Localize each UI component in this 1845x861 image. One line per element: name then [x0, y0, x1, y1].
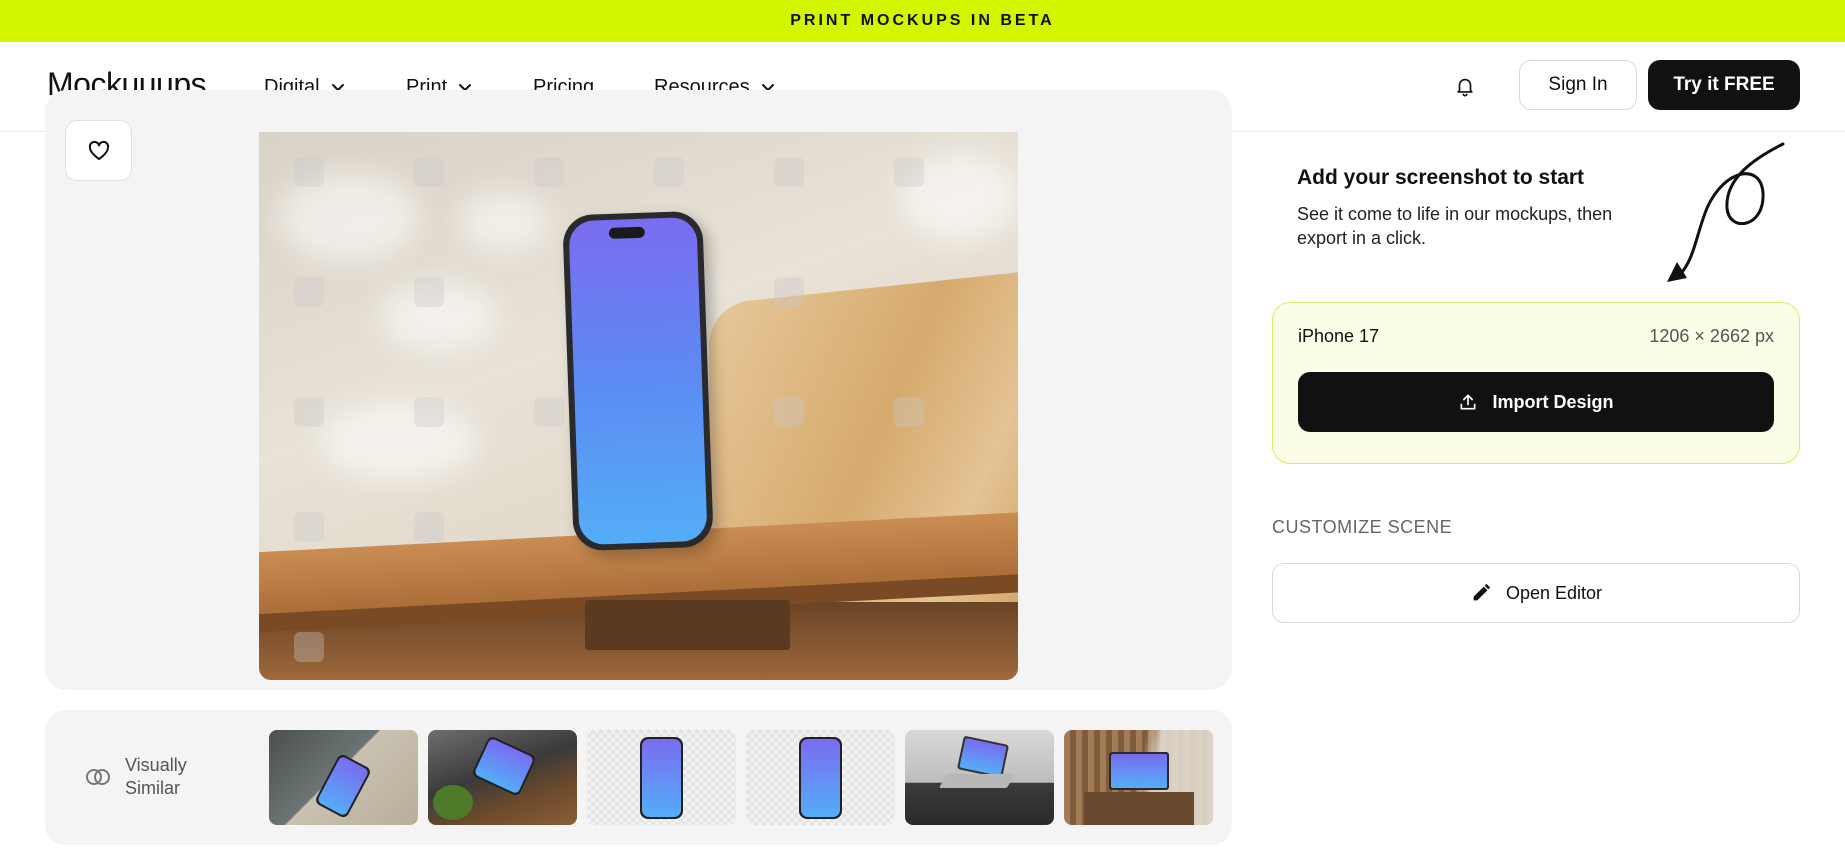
try-free-button[interactable]: Try it FREE: [1648, 60, 1800, 110]
similar-thumbnail[interactable]: [1064, 730, 1213, 825]
similar-thumbnail[interactable]: [269, 730, 418, 825]
promo-banner-text: PRINT MOCKUPS IN BETA: [790, 12, 1055, 29]
similar-thumbnail[interactable]: [428, 730, 577, 825]
similar-thumbnail[interactable]: [905, 730, 1054, 825]
heart-icon: [88, 140, 109, 160]
promo-banner: PRINT MOCKUPS IN BETA: [0, 0, 1845, 42]
bell-icon[interactable]: [1451, 72, 1479, 100]
import-design-button[interactable]: Import Design: [1298, 372, 1774, 432]
add-screenshot-subtitle: See it come to life in our mockups, then…: [1297, 204, 1613, 248]
device-resolution: 1206 × 2662 px: [1649, 326, 1774, 346]
device-name: iPhone 17: [1298, 326, 1380, 346]
similar-thumbnail[interactable]: [746, 730, 895, 825]
import-design-label: Import Design: [1492, 391, 1614, 412]
favorite-button[interactable]: [65, 120, 132, 181]
phone-mockup: [562, 210, 714, 552]
visually-similar-text: Visually Similar: [125, 755, 187, 798]
dynamic-island: [608, 226, 646, 239]
pencil-icon: [1473, 583, 1491, 601]
similar-thumbnail[interactable]: [587, 730, 736, 825]
open-editor-button[interactable]: Open Editor: [1272, 563, 1800, 623]
customize-scene-label: CUSTOMIZE SCENE: [1272, 517, 1453, 537]
sign-in-button[interactable]: Sign In: [1519, 60, 1637, 110]
curly-arrow-icon: [1667, 142, 1785, 282]
visually-similar-label: Visually Similar: [85, 754, 205, 800]
open-editor-label: Open Editor: [1505, 582, 1603, 603]
upload-icon: [1460, 394, 1476, 410]
add-screenshot-title: Add your screenshot to start: [1297, 166, 1585, 189]
overlap-circles-icon: [86, 769, 110, 785]
phone-screen: [568, 216, 708, 546]
